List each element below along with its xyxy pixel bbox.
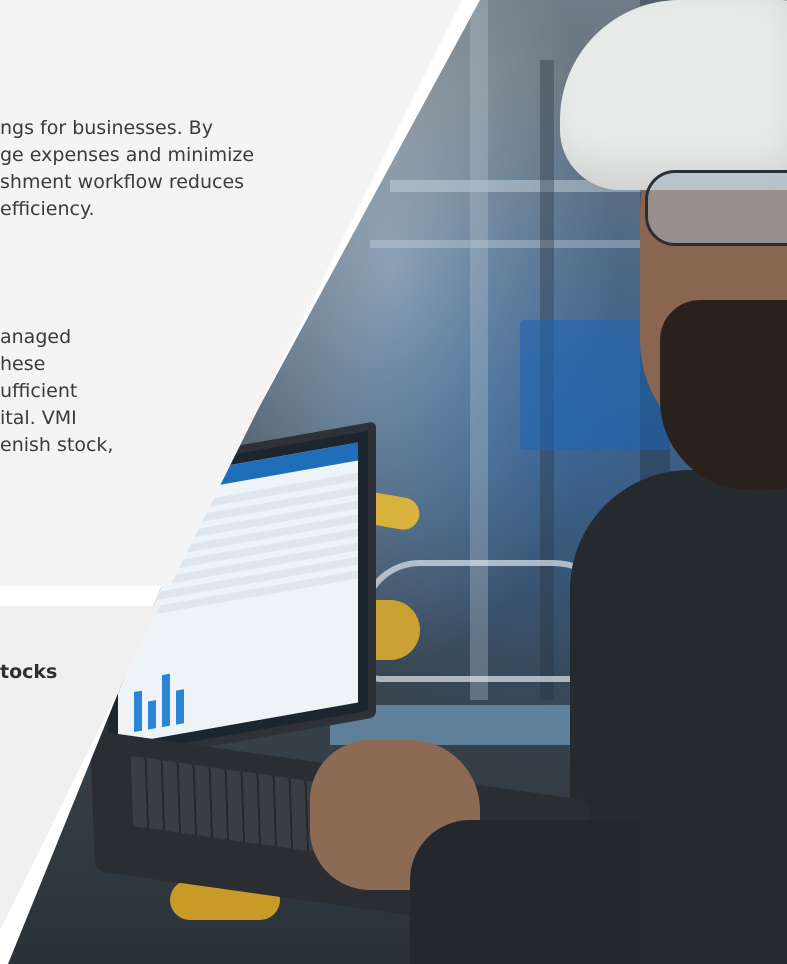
worker-sleeve	[410, 820, 640, 964]
text-line: shment workflow reduces	[0, 171, 245, 193]
text-line: hese	[0, 353, 46, 375]
dashboard-chart-bar	[134, 690, 142, 733]
text-line: efficiency.	[0, 198, 95, 220]
text-line: ital. VMI	[0, 407, 77, 429]
factory-beam	[370, 240, 670, 248]
text-line: ge expenses and minimize	[0, 144, 255, 166]
dashboard-chart-bar	[176, 689, 184, 725]
text-line: ufficient	[0, 380, 78, 402]
text-line: anaged	[0, 326, 72, 348]
worker-beard	[660, 300, 787, 490]
dashboard-chart-bar	[162, 673, 170, 728]
safety-glasses	[645, 170, 787, 246]
paragraph-cost-savings: ngs for businesses. By ge expenses and m…	[0, 115, 254, 223]
paragraph-vmi: anaged hese ufficient ital. VMI enish st…	[0, 324, 113, 459]
dashboard-chart-bar	[148, 700, 156, 730]
text-line: ngs for businesses. By	[0, 117, 213, 139]
text-line: enish stock,	[0, 434, 114, 456]
section-subheading: tocks	[0, 661, 58, 683]
hard-hat	[560, 0, 787, 190]
